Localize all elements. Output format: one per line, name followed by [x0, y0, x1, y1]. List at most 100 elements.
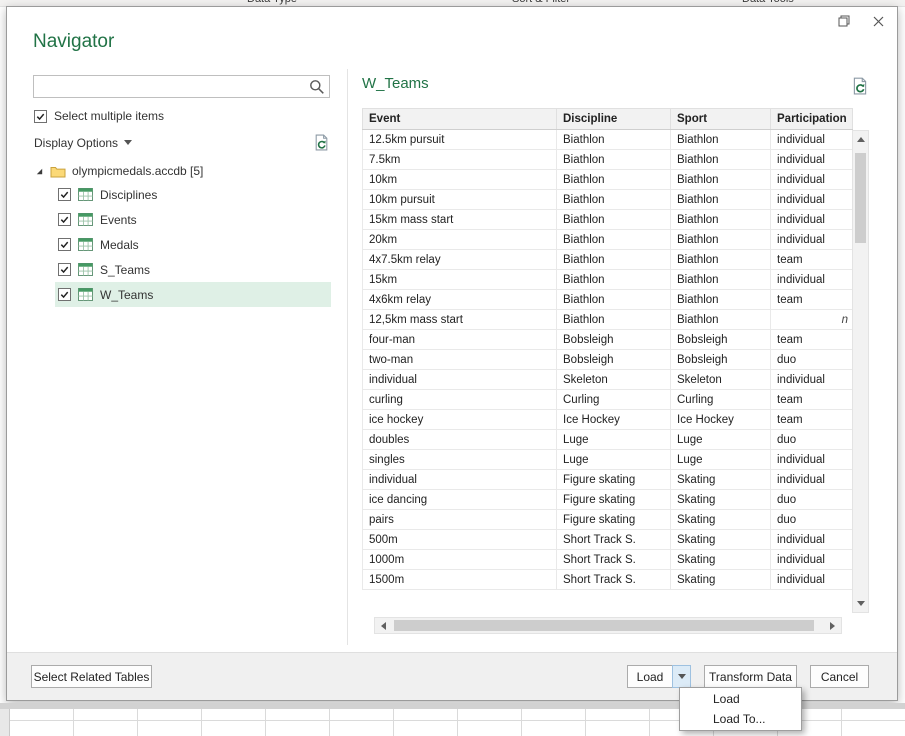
select-related-tables-button[interactable]: Select Related Tables: [31, 665, 152, 688]
table-cell: 1000m: [363, 550, 557, 570]
table-cell: individual: [363, 370, 557, 390]
transform-data-button[interactable]: Transform Data: [704, 665, 797, 688]
table-cell: singles: [363, 450, 557, 470]
chevron-down-icon: [124, 140, 132, 145]
checkbox-checked-icon[interactable]: [58, 263, 71, 276]
horizontal-scrollbar[interactable]: [374, 617, 842, 634]
restore-icon: [838, 15, 850, 27]
refresh-preview-icon[interactable]: [851, 77, 869, 95]
column-header-sport: Sport: [671, 109, 771, 130]
scroll-up-button[interactable]: [853, 132, 868, 147]
menu-item-load[interactable]: Load: [680, 689, 801, 709]
tree-item-medals[interactable]: Medals: [55, 232, 331, 257]
table-cell: Figure skating: [557, 490, 671, 510]
scroll-left-button[interactable]: [376, 618, 391, 633]
table-cell: Curling: [671, 390, 771, 410]
table-cell: Biathlon: [671, 150, 771, 170]
table-cell: Skating: [671, 530, 771, 550]
table-row: 500mShort Track S.Skatingindividual: [363, 530, 853, 550]
table-cell: 12.5km pursuit: [363, 130, 557, 150]
refresh-icon[interactable]: [313, 134, 330, 151]
checkbox-checked-icon[interactable]: [58, 213, 71, 226]
table-cell: team: [771, 250, 853, 270]
search-box: [33, 75, 330, 98]
tree-item-label: W_Teams: [100, 288, 153, 302]
table-cell: duo: [771, 490, 853, 510]
table-cell: four-man: [363, 330, 557, 350]
table-cell: Biathlon: [557, 290, 671, 310]
scroll-down-button[interactable]: [853, 596, 868, 611]
table-cell: Figure skating: [557, 510, 671, 530]
load-dropdown-arrow-button[interactable]: [672, 665, 691, 688]
checkbox-checked-icon[interactable]: [58, 188, 71, 201]
table-cell: duo: [771, 430, 853, 450]
table-cell: 4x7.5km relay: [363, 250, 557, 270]
checkbox-checked-icon[interactable]: [58, 288, 71, 301]
table-cell: ice hockey: [363, 410, 557, 430]
table-cell: Bobsleigh: [671, 350, 771, 370]
restore-window-button[interactable]: [833, 11, 855, 31]
table-row: individualSkeletonSkeletonindividual: [363, 370, 853, 390]
table-cell: Biathlon: [671, 270, 771, 290]
vertical-scroll-thumb[interactable]: [855, 153, 866, 243]
table-cell: Short Track S.: [557, 530, 671, 550]
table-cell: Bobsleigh: [671, 330, 771, 350]
table-cell: individual: [771, 130, 853, 150]
table-cell: 15km: [363, 270, 557, 290]
table-cell: individual: [771, 230, 853, 250]
table-cell: Biathlon: [557, 270, 671, 290]
vertical-scrollbar[interactable]: [852, 130, 869, 613]
expand-collapse-icon[interactable]: [35, 167, 44, 176]
checkbox-checked-icon[interactable]: [58, 238, 71, 251]
ribbon-group-label: Data Tools: [742, 0, 794, 5]
preview-table: EventDisciplineSportParticipation 12.5km…: [362, 108, 853, 590]
ribbon-group-label: Sort & Filter: [512, 0, 570, 5]
table-row: doublesLugeLugeduo: [363, 430, 853, 450]
close-window-button[interactable]: [867, 11, 889, 31]
tree-items: DisciplinesEventsMedalsS_Teams W_Teams: [7, 182, 341, 307]
table-cell: Skeleton: [557, 370, 671, 390]
tree-item-disciplines[interactable]: Disciplines: [55, 182, 331, 207]
checkbox-checked-icon: [34, 110, 47, 123]
load-button[interactable]: Load: [627, 665, 673, 688]
ribbon-group-label: Data Type: [247, 0, 297, 5]
display-options-label: Display Options: [34, 136, 118, 150]
tree-root-olympicmedals[interactable]: olympicmedals.accdb [5]: [7, 160, 341, 182]
window-controls: [833, 11, 889, 31]
tree-item-events[interactable]: Events: [55, 207, 331, 232]
table-cell: individual: [771, 370, 853, 390]
select-multiple-items-checkbox[interactable]: Select multiple items: [34, 109, 164, 123]
arrow-left-icon: [381, 622, 386, 630]
table-row: singlesLugeLugeindividual: [363, 450, 853, 470]
table-cell: individual: [771, 470, 853, 490]
table-cell: team: [771, 330, 853, 350]
menu-item-load-to[interactable]: Load To...: [680, 709, 801, 729]
table-cell: Biathlon: [557, 310, 671, 330]
table-cell: Figure skating: [557, 470, 671, 490]
select-multiple-items-label: Select multiple items: [54, 109, 164, 123]
screen: Data Type Sort & Filter Data Tools Navig…: [0, 0, 905, 736]
table-row: 4x7.5km relayBiathlonBiathlonteam: [363, 250, 853, 270]
table-row: 10km pursuitBiathlonBiathlonindividual: [363, 190, 853, 210]
cancel-button[interactable]: Cancel: [810, 665, 869, 688]
tree-item-w-teams[interactable]: W_Teams: [55, 282, 331, 307]
display-options-dropdown[interactable]: Display Options: [34, 136, 132, 150]
table-row: 4x6km relayBiathlonBiathlonteam: [363, 290, 853, 310]
table-row: 12.5km pursuitBiathlonBiathlonindividual: [363, 130, 853, 150]
table-cell: 15km mass start: [363, 210, 557, 230]
table-row: two-manBobsleighBobsleighduo: [363, 350, 853, 370]
display-options-row: Display Options: [34, 134, 330, 151]
table-cell: Skating: [671, 470, 771, 490]
table-cell: pairs: [363, 510, 557, 530]
search-input[interactable]: [34, 77, 308, 96]
horizontal-scroll-thumb[interactable]: [394, 620, 814, 631]
table-cell: two-man: [363, 350, 557, 370]
table-row: 7.5kmBiathlonBiathlonindividual: [363, 150, 853, 170]
tree-item-s-teams[interactable]: S_Teams: [55, 257, 331, 282]
search-icon[interactable]: [308, 78, 326, 96]
scroll-right-button[interactable]: [825, 618, 840, 633]
table-cell: 500m: [363, 530, 557, 550]
table-row: 15kmBiathlonBiathlonindividual: [363, 270, 853, 290]
table-cell: 4x6km relay: [363, 290, 557, 310]
table-cell: 1500m: [363, 570, 557, 590]
